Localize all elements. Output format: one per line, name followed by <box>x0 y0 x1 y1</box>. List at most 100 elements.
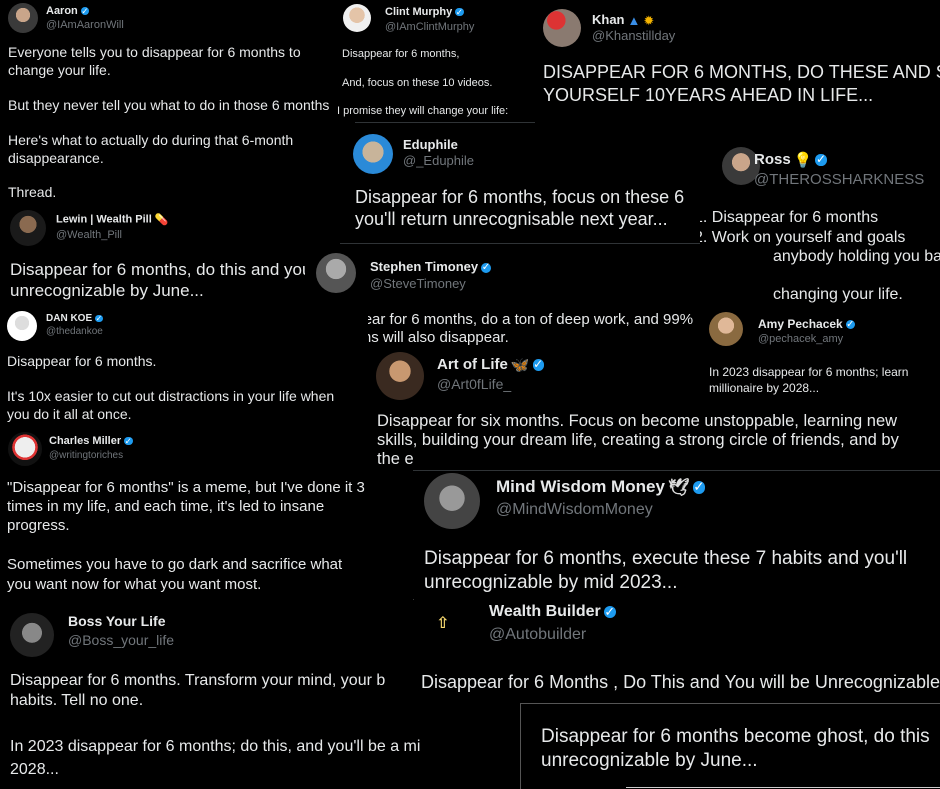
avatar[interactable] <box>7 311 37 341</box>
avatar[interactable] <box>316 253 356 293</box>
tweet-line: millionaire by 2028... <box>709 381 820 395</box>
author-handle[interactable]: @Boss_your_life <box>68 632 174 648</box>
author-name[interactable]: Lewin | Wealth Pill 💊 <box>56 213 168 226</box>
wealth-builder-logo-icon[interactable]: ⇧ <box>436 613 452 635</box>
tweet-line: unrecognizable by June... <box>10 281 204 300</box>
tweet-line: Everyone tells you to disappear for 6 mo… <box>8 44 301 60</box>
author-handle[interactable]: @writingtoriches <box>49 450 123 461</box>
verified-badge-icon: ✓ <box>80 5 90 16</box>
tweet-line: 2. Work on yourself and goals <box>700 229 906 246</box>
author-handle[interactable]: @Autobuilder <box>489 626 586 644</box>
author-handle[interactable]: @pechacek_amy <box>758 333 843 345</box>
dove-icon: 🕊 <box>667 477 690 497</box>
author-name[interactable]: Khan ▲ ✹ <box>592 12 654 29</box>
verified-badge-icon: ✓ <box>532 357 544 372</box>
tweet-line: you'll return unrecognisable next year..… <box>355 209 668 229</box>
tweet-line: Disappear for 6 months. <box>7 353 157 369</box>
tweet-line: "Disappear for 6 months" is a meme, but … <box>7 479 365 496</box>
author-handle[interactable]: @MindWisdomMoney <box>496 501 653 519</box>
tweet-eduphile: Eduphile @_Eduphile Disappear for 6 mont… <box>340 124 720 244</box>
tweet-line: skills, building your dream life, creati… <box>377 431 899 449</box>
tweet-line: 1. Disappear for 6 months <box>700 209 879 226</box>
author-handle[interactable]: @IAmAaronWill <box>46 19 124 31</box>
author-name[interactable]: Wealth Builder ✓ <box>489 603 616 621</box>
verified-badge-icon: ✓ <box>845 319 855 331</box>
avatar[interactable] <box>343 4 371 32</box>
author-name[interactable]: Aaron ✓ <box>46 5 90 17</box>
tweet-line: YOURSELF 10YEARS AHEAD IN LIFE... <box>543 85 874 105</box>
cap-icon: ▲ <box>627 13 641 29</box>
verified-badge-icon: ✓ <box>815 152 827 167</box>
tweet-line: And, focus on these 10 videos. <box>342 77 493 89</box>
author-handle[interactable]: @Khanstillday <box>592 28 675 43</box>
avatar[interactable] <box>8 432 42 466</box>
author-name[interactable]: Charles Miller ✓ <box>49 435 133 447</box>
tweet-line: Thread. <box>8 184 57 200</box>
avatar[interactable] <box>353 134 393 174</box>
avatar[interactable] <box>709 312 743 346</box>
avatar[interactable] <box>424 473 480 529</box>
tweet-lewin: Lewin | Wealth Pill 💊 @Wealth_Pill Disapp… <box>0 206 318 302</box>
divider <box>340 243 720 244</box>
author-handle[interactable]: @Wealth_Pill <box>56 229 122 241</box>
tweet-line: progress. <box>7 517 70 534</box>
tweet-clint-murphy: Clint Murphy ✓ @IAmClintMurphy Disappear … <box>335 0 535 123</box>
tweet-aaron: Aaron ✓ @IAmAaronWill Everyone tells you … <box>0 0 340 210</box>
tweet-line: Disappear for 6 months become ghost, do … <box>541 726 930 747</box>
author-name[interactable]: Art of Life 🦋 ✓ <box>437 356 544 374</box>
lightbulb-icon: 💡 <box>793 152 813 170</box>
author-name[interactable]: Amy Pechacek ✓ <box>758 317 855 331</box>
tweet-line: But they never tell you what to do in th… <box>8 97 330 113</box>
verified-badge-icon: ✓ <box>124 435 133 446</box>
tweet-ross: Ross 💡 ✓ @THEROSSHARKNESS 1. Disappear for… <box>700 140 940 305</box>
avatar[interactable] <box>376 352 424 400</box>
tweet-line: you do it all at once. <box>7 406 132 422</box>
author-name[interactable]: Clint Murphy ✓ <box>385 6 464 18</box>
tweet-line: disappearance. <box>8 150 104 166</box>
author-name[interactable]: Ross 💡 ✓ <box>754 151 827 169</box>
tweet-mind-wisdom-money: Mind Wisdom Money 🕊 ✓ @MindWisdomMoney Dis… <box>413 470 940 600</box>
tweet-dan-koe: DAN KOE ✓ @thedankoe Disappear for 6 mont… <box>0 303 368 431</box>
tweet-become-ghost: Disappear for 6 months become ghost, do … <box>520 703 940 789</box>
divider <box>355 122 535 123</box>
author-handle[interactable]: @thedankoe <box>46 326 103 337</box>
author-handle[interactable]: @THEROSSHARKNESS <box>754 171 924 188</box>
avatar[interactable] <box>10 613 54 657</box>
tweet-line: Disappear for 6 months, do this and you <box>10 260 312 279</box>
tweet-charles-miller: Charles Miller ✓ @writingtoriches "Disapp… <box>0 431 366 605</box>
tweet-line: In 2023 disappear for 6 months; do this,… <box>10 738 420 755</box>
avatar[interactable] <box>10 210 46 246</box>
sun-icon: ✹ <box>643 12 655 28</box>
avatar[interactable] <box>8 3 38 33</box>
tweet-line: It's 10x easier to cut out distractions … <box>7 388 335 404</box>
verified-badge-icon: ✓ <box>692 479 706 495</box>
tweet-line: In 2023 disappear for 6 months; learn <box>709 365 909 379</box>
tweet-line: changing your life. <box>773 286 903 303</box>
author-name[interactable]: Eduphile <box>403 137 458 152</box>
author-name[interactable]: Mind Wisdom Money 🕊 ✓ <box>496 477 706 498</box>
tweet-line: unrecognizable by June... <box>541 750 758 771</box>
avatar[interactable] <box>543 9 581 47</box>
tweet-line: Disappear for 6 months, <box>342 48 460 60</box>
author-handle[interactable]: @_Eduphile <box>403 153 474 168</box>
verified-badge-icon: ✓ <box>455 6 464 17</box>
author-name[interactable]: Boss Your Life <box>68 613 166 629</box>
verified-badge-icon: ✓ <box>603 603 616 619</box>
author-name[interactable]: DAN KOE ✓ <box>46 313 103 324</box>
tweet-line: DISAPPEAR FOR 6 MONTHS, DO THESE AND SEE <box>543 62 940 82</box>
butterfly-icon: 🦋 <box>510 357 530 375</box>
tweet-line: Disappear for 6 months, execute these 7 … <box>424 548 908 569</box>
tweet-khan: Khan ▲ ✹ @Khanstillday DISAPPEAR FOR 6 MON… <box>535 0 940 123</box>
author-handle[interactable]: @SteveTimoney <box>370 276 466 291</box>
tweet-line: Disappear for six months. Focus on becom… <box>377 412 898 430</box>
author-handle[interactable]: @Art0fLife_ <box>437 376 511 392</box>
tweet-line: Disappear for 6 Months , Do This and You… <box>421 672 940 692</box>
tweet-line: Here's what to actually do during that 6… <box>8 132 294 148</box>
tweet-wealth-builder: ⇧ Wealth Builder ✓ @Autobuilder Disappear… <box>414 599 940 701</box>
tweet-line: change your life. <box>8 62 111 78</box>
tweet-line: Disappear for 6 months, do a ton of deep… <box>317 311 694 328</box>
author-handle[interactable]: @IAmClintMurphy <box>385 21 474 33</box>
tweet-line: Disappear for 6 months. Transform your m… <box>10 672 386 689</box>
tweet-boss-your-life: Boss Your Life @Boss_your_life Disappear… <box>0 605 420 788</box>
author-name[interactable]: Stephen Timoney ✓ <box>370 259 491 274</box>
